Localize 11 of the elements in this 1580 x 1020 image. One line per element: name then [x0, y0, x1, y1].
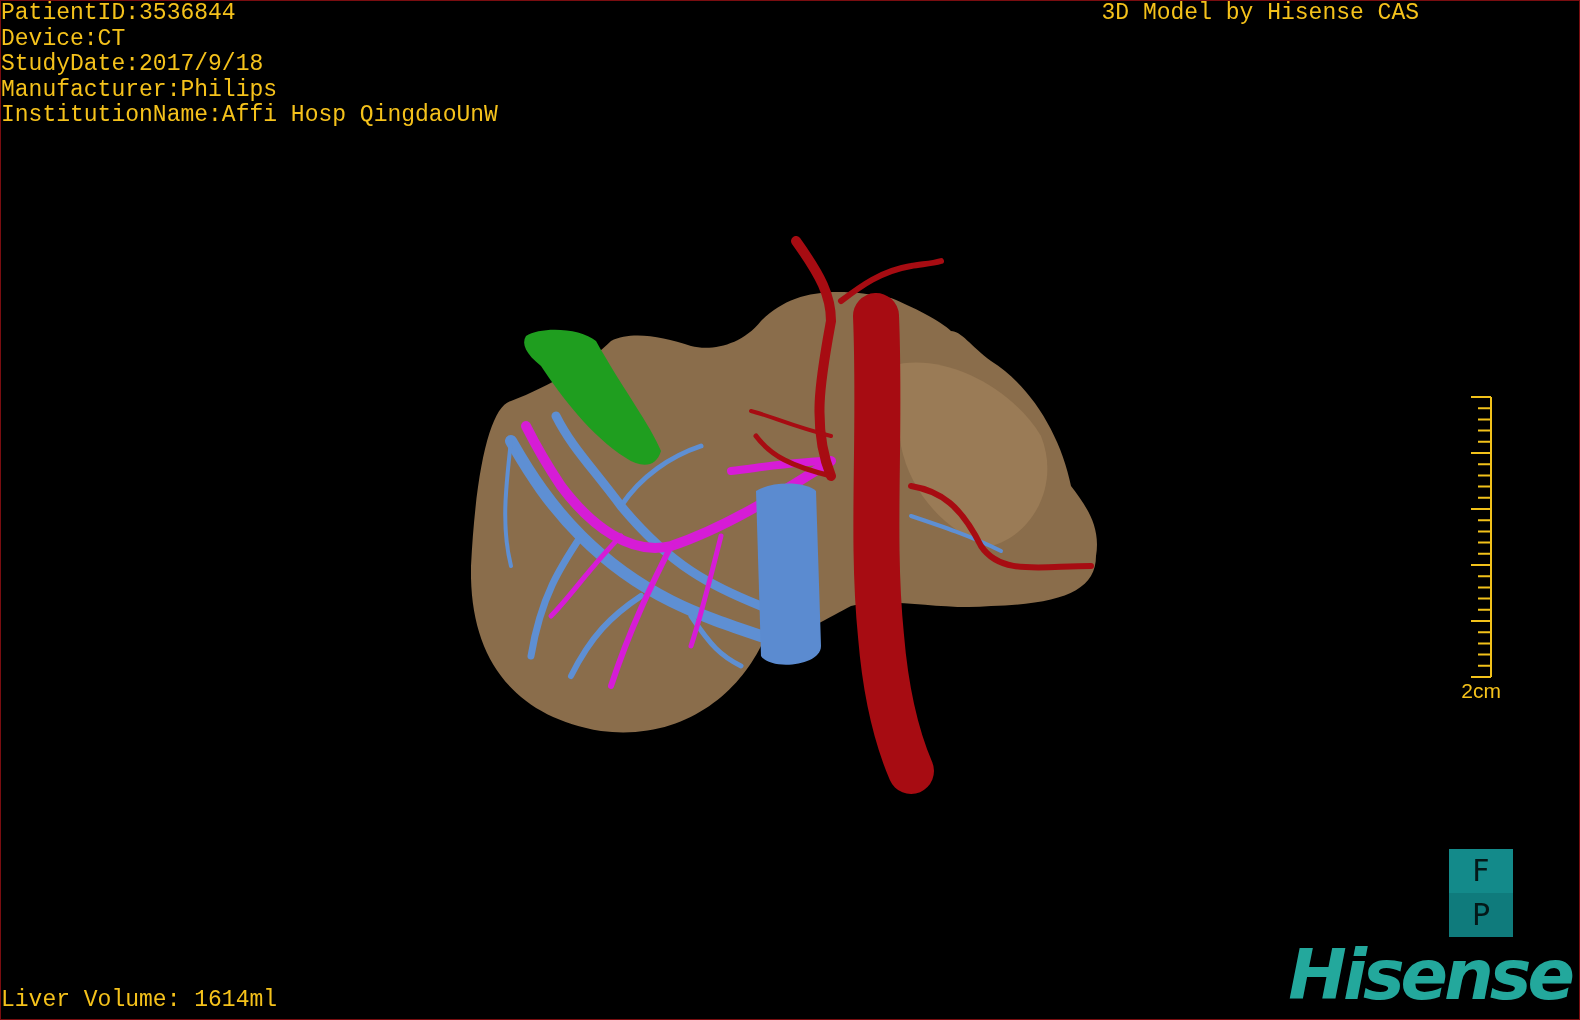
liver-volume-text: Liver Volume: 1614ml — [1, 987, 278, 1013]
patient-info-line: PatientID:3536844 — [1, 1, 237, 27]
viewer-title: 3D Model by Hisense CAS — [1101, 1, 1419, 28]
patient-info-line: Manufacturer:Philips — [1, 77, 279, 103]
orientation-face: F — [1449, 849, 1513, 893]
patient-info-line: Device:CT — [1, 26, 127, 52]
orientation-face: P — [1449, 893, 1513, 937]
scale-label: 2cm — [1461, 680, 1501, 702]
patient-info-line: StudyDate:2017/9/18 — [1, 52, 265, 78]
brand-logo: Hisense — [1288, 937, 1571, 1013]
patient-info-line: InstitutionName:Affi Hosp QingdaoUnW — [1, 103, 498, 129]
